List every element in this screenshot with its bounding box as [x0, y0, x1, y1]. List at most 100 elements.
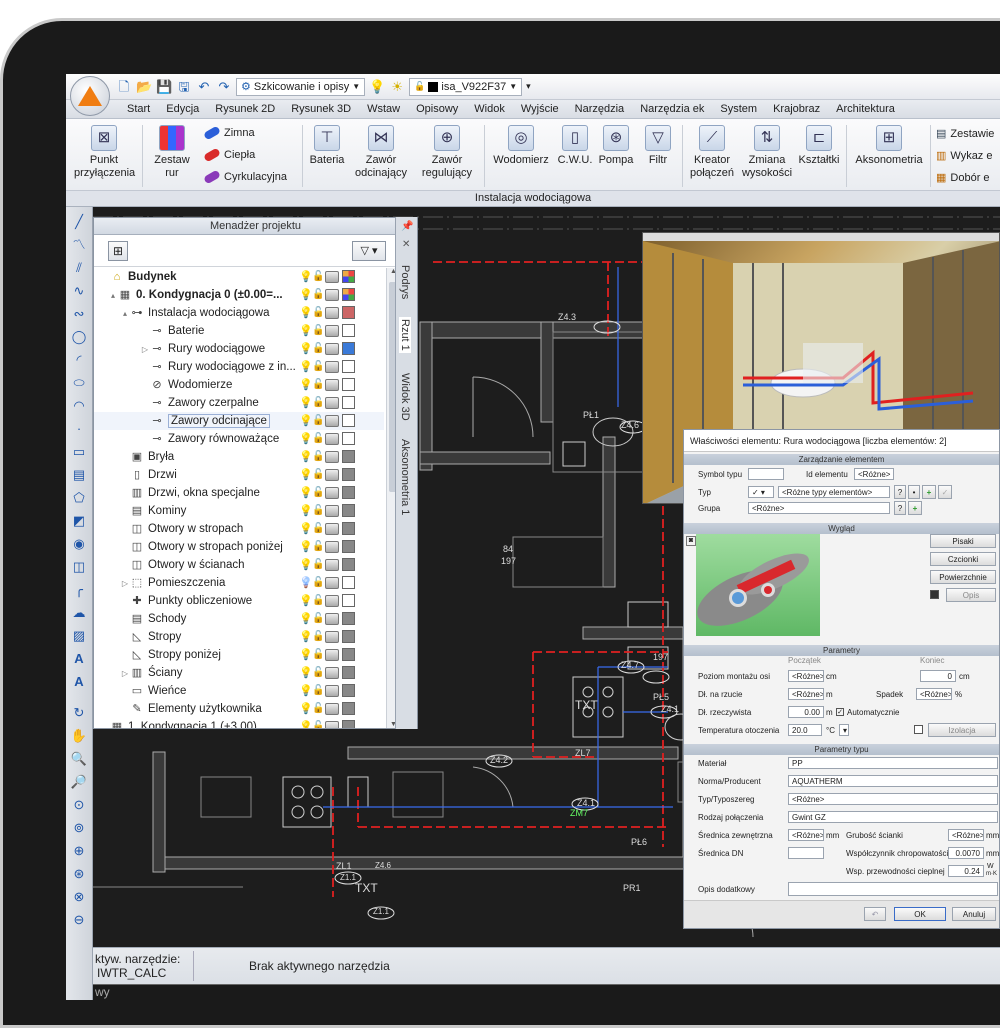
- visibility-bulb-icon[interactable]: 💡: [299, 433, 313, 445]
- lock-icon[interactable]: 🔓: [312, 361, 324, 373]
- lock-icon[interactable]: 🔓: [312, 325, 324, 337]
- camera-icon[interactable]: ◙: [686, 536, 696, 546]
- fillet-tool-icon[interactable]: ╭: [70, 581, 89, 598]
- color-swatch[interactable]: [342, 720, 355, 728]
- visibility-bulb-icon[interactable]: 💡: [299, 289, 313, 301]
- tab-start[interactable]: Start: [119, 103, 158, 115]
- ellipse-tool-icon[interactable]: ⬭: [70, 374, 89, 391]
- printer-icon[interactable]: [325, 576, 339, 589]
- visibility-bulb-icon[interactable]: 💡: [299, 649, 313, 661]
- sun-icon[interactable]: ☀: [389, 79, 405, 95]
- new-file-icon[interactable]: 🗋: [116, 79, 132, 95]
- tab-rysunek-2d[interactable]: Rysunek 2D: [207, 103, 283, 115]
- printer-icon[interactable]: [325, 612, 339, 625]
- color-swatch[interactable]: [342, 540, 355, 553]
- lock-icon[interactable]: 🔓: [312, 541, 324, 553]
- printer-icon[interactable]: [325, 720, 339, 728]
- lock-icon[interactable]: 🔓: [312, 559, 324, 571]
- tab-podrys[interactable]: Podrys: [399, 265, 411, 299]
- printer-icon[interactable]: [325, 630, 339, 643]
- visibility-bulb-icon[interactable]: 💡: [299, 325, 313, 337]
- polygon-tool-icon[interactable]: ⬠: [70, 489, 89, 506]
- polyline-tool-icon[interactable]: 〽: [70, 236, 89, 253]
- dobor-button[interactable]: ▦ Dobór e: [936, 171, 990, 185]
- printer-icon[interactable]: [325, 540, 339, 553]
- color-swatch[interactable]: [342, 414, 355, 427]
- tree-item[interactable]: ▷ ⊸ Rury wodociągowe 💡 🔓: [94, 340, 384, 358]
- layer-combo[interactable]: 🔓 isa_V922F37 ▼: [409, 77, 523, 96]
- lock-icon[interactable]: 🔓: [312, 487, 324, 499]
- color-swatch[interactable]: [342, 702, 355, 715]
- grupa-input[interactable]: <Różne>: [748, 502, 890, 514]
- sred-dn-input[interactable]: [788, 847, 824, 859]
- double-line-tool-icon[interactable]: ⫽: [70, 259, 89, 276]
- lock-icon[interactable]: 🔓: [312, 631, 324, 643]
- dl-rzeczywista-input[interactable]: 0.00: [788, 706, 824, 718]
- printer-icon[interactable]: [325, 684, 339, 697]
- pan-icon[interactable]: ✋: [70, 727, 89, 744]
- open-file-icon[interactable]: 📂: [136, 79, 152, 95]
- expand-toggle-icon[interactable]: ▷: [120, 669, 130, 678]
- expand-toggle-icon[interactable]: ▷: [140, 345, 150, 354]
- color-swatch[interactable]: [342, 288, 355, 301]
- visibility-bulb-icon[interactable]: 💡: [299, 343, 313, 355]
- pin-icon[interactable]: 📌: [401, 221, 413, 232]
- visibility-bulb-icon[interactable]: 💡: [299, 307, 313, 319]
- lock-icon[interactable]: 🔓: [312, 451, 324, 463]
- zestawienie-button[interactable]: ▤ Zestawie: [936, 127, 994, 141]
- hatch-tool-icon[interactable]: ▤: [70, 466, 89, 483]
- tab-rzut-1[interactable]: Rzut 1: [399, 317, 411, 353]
- tree-item[interactable]: ◺ Stropy poniżej 💡 🔓: [94, 646, 384, 664]
- spadek-input[interactable]: <Różne>: [916, 688, 952, 700]
- temperatura-input[interactable]: 20.0: [788, 724, 822, 736]
- printer-icon[interactable]: [325, 360, 339, 373]
- visibility-bulb-icon[interactable]: 💡: [299, 631, 313, 643]
- printer-icon[interactable]: [325, 468, 339, 481]
- anuluj-button[interactable]: Anuluj: [952, 907, 996, 921]
- tree-item[interactable]: ▷ ▥ Ściany 💡 🔓: [94, 664, 384, 682]
- typ-input[interactable]: <Różne typy elementów>: [778, 486, 890, 498]
- printer-icon[interactable]: [325, 342, 339, 355]
- tree-item[interactable]: ▴ ⊶ Instalacja wodociągowa 💡 🔓: [94, 304, 384, 322]
- pisaki-button[interactable]: Pisaki: [930, 534, 996, 548]
- izolacja-button[interactable]: Izolacja: [928, 723, 996, 737]
- lock-icon[interactable]: 🔓: [312, 397, 324, 409]
- cloud-tool-icon[interactable]: ☁: [70, 604, 89, 621]
- printer-icon[interactable]: [325, 450, 339, 463]
- color-swatch[interactable]: [342, 612, 355, 625]
- lock-icon[interactable]: 🔓: [312, 523, 324, 535]
- tab-wyjscie[interactable]: Wyjście: [513, 103, 567, 115]
- visibility-bulb-icon[interactable]: 💡: [299, 667, 313, 679]
- wipeout-tool-icon[interactable]: ◫: [70, 558, 89, 575]
- printer-icon[interactable]: [325, 270, 339, 283]
- tree-item[interactable]: ⊸ Zawory odcinające 💡 🔓: [94, 412, 384, 430]
- lock-icon[interactable]: 🔓: [312, 703, 324, 715]
- wykaz-button[interactable]: ▥ Wykaz e: [936, 149, 992, 163]
- add-icon[interactable]: +: [922, 485, 936, 499]
- printer-icon[interactable]: [325, 522, 339, 535]
- pompa-button[interactable]: ⊛ Pompa: [596, 125, 636, 167]
- visibility-bulb-icon[interactable]: 💡: [299, 685, 313, 697]
- tree-item[interactable]: ▴ ▦ 0. Kondygnacja 0 (±0.00=... 💡 🔓: [94, 286, 384, 304]
- ok-button[interactable]: OK: [894, 907, 946, 921]
- printer-icon[interactable]: [325, 504, 339, 517]
- grubosc-input[interactable]: <Różne>: [948, 829, 984, 841]
- color-swatch[interactable]: [342, 684, 355, 697]
- tab-architektura[interactable]: Architektura: [828, 103, 903, 115]
- tab-narzedzia-ek[interactable]: Narzędzia ek: [632, 103, 712, 115]
- check-icon[interactable]: ✓: [938, 485, 952, 499]
- save-icon[interactable]: 💾: [156, 79, 172, 95]
- visibility-bulb-icon[interactable]: 💡: [299, 523, 313, 535]
- tab-wstaw[interactable]: Wstaw: [359, 103, 408, 115]
- lock-icon[interactable]: 🔓: [312, 271, 324, 283]
- lock-icon[interactable]: 🔓: [312, 649, 324, 661]
- aksonometria-button[interactable]: ⊞ Aksonometria: [850, 125, 928, 167]
- tree-item[interactable]: ◺ Stropy 💡 🔓: [94, 628, 384, 646]
- zoom-window-icon[interactable]: 🔎: [70, 773, 89, 790]
- rodzaj-input[interactable]: Gwint GZ: [788, 811, 998, 823]
- expand-toggle-icon[interactable]: ▴: [120, 309, 130, 318]
- zawor-regulujacy-button[interactable]: ⊕ Zawór regulujący: [414, 125, 480, 180]
- zawor-odcinajacy-button[interactable]: ⋈ Zawór odcinający: [350, 125, 412, 180]
- printer-icon[interactable]: [325, 558, 339, 571]
- close-icon[interactable]: ✕: [402, 239, 410, 250]
